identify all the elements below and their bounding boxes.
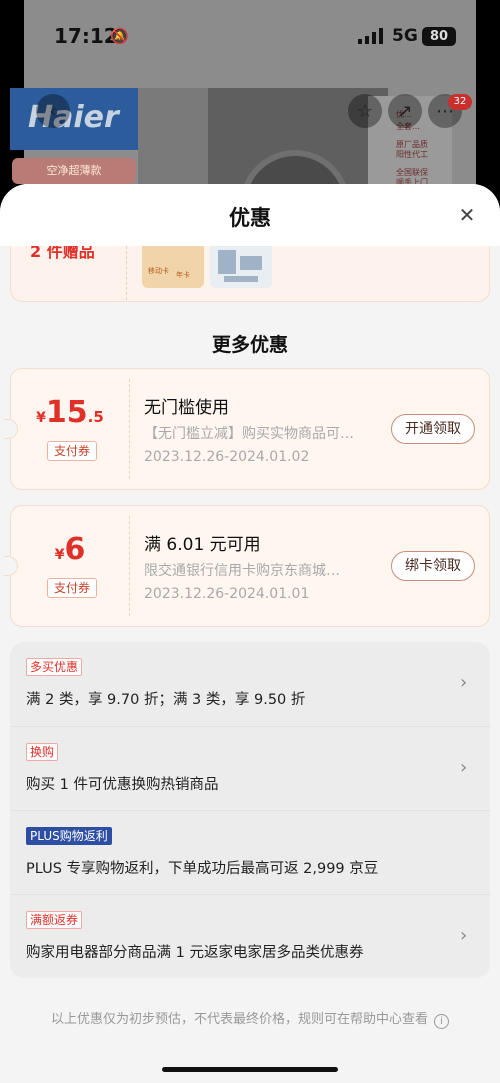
bind-card-claim-button[interactable]: 绑卡领取: [391, 551, 475, 581]
chevron-right-icon: ›: [460, 672, 468, 693]
coupon-type-tag: 支付券: [47, 441, 98, 461]
chevron-right-icon: ›: [460, 757, 468, 778]
favorite-button[interactable]: ☆: [348, 94, 382, 128]
gift-thumb-label: 移动卡: [148, 267, 169, 275]
section-title: 更多优惠: [211, 334, 288, 356]
coupon-title: 满 6.01 元可用: [144, 535, 261, 555]
coupon-title: 无门槛使用: [144, 398, 229, 418]
promo-item-coupon-return[interactable]: 满额返券 购家用电器部分商品满 1 元返家电家居多品类优惠券 ›: [10, 894, 490, 978]
side-line: 原厂品质: [396, 140, 428, 149]
share-button[interactable]: ↗: [388, 94, 422, 128]
promo-description: 购家用电器部分商品满 1 元返家电家居多品类优惠券: [26, 945, 364, 961]
back-button[interactable]: ‹: [36, 94, 70, 128]
sheet-header: 优惠 ✕: [0, 184, 500, 246]
product-promo-pill: 空净超薄款: [12, 158, 136, 184]
bell-muted-icon: 🔕: [110, 27, 129, 45]
coupon-validity: 2023.12.26-2024.01.02: [144, 449, 310, 465]
coupon-divider: [129, 516, 130, 616]
battery-level: 80: [422, 27, 456, 46]
plus-tag: PLUS购物返利: [26, 827, 112, 845]
coupon-validity: 2023.12.26-2024.01.01: [144, 586, 310, 602]
promo-item-plus-rebate: PLUS购物返利 PLUS 专享购物返利，下单成功后最高可返 2,999 京豆: [10, 810, 490, 894]
coupon-value-block: ¥15.5 支付券: [11, 369, 129, 489]
promo-description: 满 2 类，享 9.70 折；满 3 类，享 9.50 折: [26, 692, 306, 708]
close-button[interactable]: ✕: [454, 202, 480, 228]
promotion-list: 多买优惠 满 2 类，享 9.70 折；满 3 类，享 9.50 折 › 换购 …: [10, 642, 490, 978]
coupon-amount: ¥6: [54, 532, 86, 567]
disclaimer-text: 以上优惠仅为初步预估，不代表最终价格，规则可在帮助中心查看: [50, 1012, 428, 1027]
promo-tag: 满额返券: [26, 911, 83, 929]
sheet-title: 优惠: [229, 206, 271, 230]
promo-item-trade-in[interactable]: 换购 购买 1 件可优惠换购热销商品 ›: [10, 726, 490, 810]
star-icon: ☆: [356, 100, 374, 122]
promo-description: 购买 1 件可优惠换购热销商品: [26, 777, 219, 793]
cart-count-badge: 32: [448, 94, 472, 110]
coupon-description: 【无门槛立减】购买实物商品可…: [144, 426, 354, 442]
close-icon: ✕: [458, 203, 476, 227]
status-bar: 17:12 🔕 5G 80: [0, 0, 500, 68]
promo-tag: 换购: [26, 743, 59, 761]
discount-sheet: 2 件赠品 移动卡 年卡 优惠 ✕ 更多优惠 ¥15.5 支付券 无门槛使用 【…: [0, 184, 500, 1083]
promo-item-multi-buy[interactable]: 多买优惠 满 2 类，享 9.70 折；满 3 类，享 9.50 折 ›: [10, 642, 490, 726]
side-line: 阳性代工: [396, 150, 428, 159]
gift-divider: [126, 246, 127, 300]
home-indicator[interactable]: [162, 1067, 338, 1072]
promo-description: PLUS 专享购物返利，下单成功后最高可返 2,999 京豆: [26, 861, 379, 877]
gift-thumbnail-device: [210, 242, 272, 288]
signal-icon: [358, 28, 383, 44]
side-line: 全国联保: [396, 168, 428, 177]
activate-claim-button[interactable]: 开通领取: [391, 414, 475, 444]
coupon-divider: [129, 379, 130, 479]
coupon-type-tag: 支付券: [47, 578, 98, 598]
back-icon: ‹: [49, 100, 57, 122]
coupon-value-block: ¥6 支付券: [11, 506, 129, 626]
network-type: 5G: [392, 26, 418, 46]
disclaimer: 以上优惠仅为初步预估，不代表最终价格，规则可在帮助中心查看 i: [0, 1008, 500, 1029]
gift-thumb-label: 年卡: [176, 271, 190, 279]
coupon-amount: ¥15.5: [36, 395, 104, 430]
share-icon: ↗: [397, 100, 413, 122]
coupon-card: ¥6 支付券 满 6.01 元可用 限交通银行信用卡购京东商城… 2023.12…: [4, 505, 490, 627]
status-time: 17:12: [54, 24, 118, 48]
info-icon[interactable]: i: [434, 1014, 449, 1029]
gift-thumbnail-card: 移动卡 年卡: [142, 242, 204, 288]
coupon-description: 限交通银行信用卡购京东商城…: [144, 563, 340, 579]
chevron-right-icon: ›: [460, 925, 468, 946]
promo-tag: 多买优惠: [26, 658, 83, 676]
coupon-card: ¥15.5 支付券 无门槛使用 【无门槛立减】购买实物商品可… 2023.12.…: [4, 368, 490, 490]
